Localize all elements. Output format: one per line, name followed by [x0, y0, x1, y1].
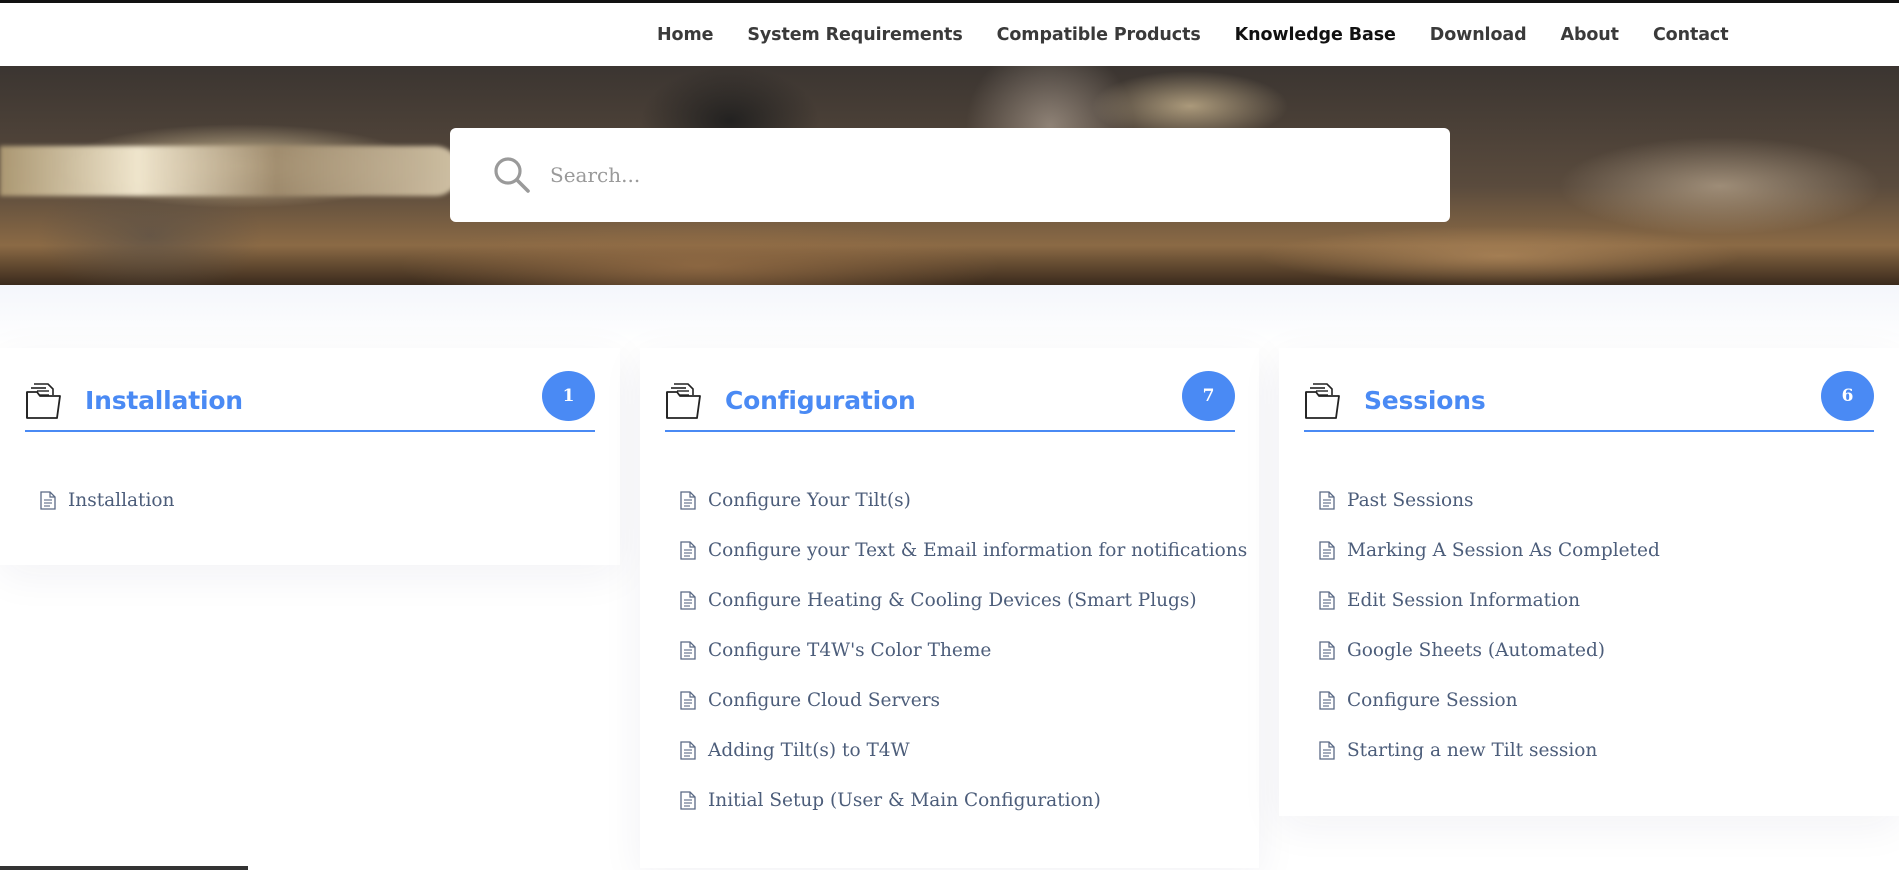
list-item[interactable]: Initial Setup (User & Main Configuration…	[680, 775, 1247, 825]
category-header: Installation 1	[25, 370, 595, 432]
hero-background-detail	[0, 146, 460, 196]
scroll-progress-bar	[0, 866, 248, 870]
article-link[interactable]: Edit Session Information	[1347, 590, 1580, 611]
category-header: Sessions 6	[1304, 370, 1874, 432]
article-list: Configure Your Tilt(s) Configure your Te…	[680, 475, 1247, 825]
document-icon	[680, 690, 696, 710]
search-box[interactable]	[450, 128, 1450, 222]
article-link[interactable]: Configure Cloud Servers	[708, 690, 940, 711]
document-icon	[1319, 740, 1335, 760]
nav-about[interactable]: About	[1544, 25, 1636, 45]
document-icon	[1319, 640, 1335, 660]
nav-links: Home System Requirements Compatible Prod…	[640, 3, 1745, 66]
search-input[interactable]	[550, 163, 1430, 187]
folder-icon	[666, 383, 701, 419]
list-item[interactable]: Configure T4W's Color Theme	[680, 625, 1247, 675]
list-item[interactable]: Adding Tilt(s) to T4W	[680, 725, 1247, 775]
list-item[interactable]: Configure Your Tilt(s)	[680, 475, 1247, 525]
article-link[interactable]: Adding Tilt(s) to T4W	[708, 740, 910, 761]
nav-compatible-products[interactable]: Compatible Products	[980, 25, 1218, 45]
nav-knowledge-base[interactable]: Knowledge Base	[1218, 25, 1413, 45]
article-link[interactable]: Configure Your Tilt(s)	[708, 490, 911, 511]
document-icon	[680, 490, 696, 510]
list-item[interactable]: Starting a new Tilt session	[1319, 725, 1660, 775]
list-item[interactable]: Configure Session	[1319, 675, 1660, 725]
document-icon	[1319, 690, 1335, 710]
search-icon	[494, 157, 530, 193]
article-link[interactable]: Marking A Session As Completed	[1347, 540, 1660, 561]
list-item[interactable]: Installation	[40, 475, 174, 525]
article-list: Past Sessions Marking A Session As Compl…	[1319, 475, 1660, 775]
folder-icon	[26, 383, 61, 419]
article-link[interactable]: Configure your Text & Email information …	[708, 540, 1247, 561]
nav-system-requirements[interactable]: System Requirements	[730, 25, 979, 45]
list-item[interactable]: Edit Session Information	[1319, 575, 1660, 625]
list-item[interactable]: Configure your Text & Email information …	[680, 525, 1247, 575]
list-item[interactable]: Configure Heating & Cooling Devices (Sma…	[680, 575, 1247, 625]
category-title[interactable]: Configuration	[725, 386, 1182, 415]
folder-icon	[1305, 383, 1340, 419]
list-item[interactable]: Marking A Session As Completed	[1319, 525, 1660, 575]
article-link[interactable]: Configure T4W's Color Theme	[708, 640, 991, 661]
document-icon	[1319, 590, 1335, 610]
category-card-installation: Installation 1 Installation	[0, 348, 620, 565]
article-link[interactable]: Installation	[68, 490, 174, 511]
article-link[interactable]: Initial Setup (User & Main Configuration…	[708, 790, 1101, 811]
category-header: Configuration 7	[665, 370, 1235, 432]
article-link[interactable]: Starting a new Tilt session	[1347, 740, 1597, 761]
article-count-badge: 7	[1182, 371, 1235, 421]
list-item[interactable]: Past Sessions	[1319, 475, 1660, 525]
nav-home[interactable]: Home	[640, 25, 730, 45]
article-link[interactable]: Configure Heating & Cooling Devices (Sma…	[708, 590, 1197, 611]
article-count-badge: 1	[542, 371, 595, 421]
article-list: Installation	[40, 475, 174, 525]
document-icon	[680, 740, 696, 760]
nav-download[interactable]: Download	[1413, 25, 1544, 45]
document-icon	[680, 640, 696, 660]
top-navigation: Home System Requirements Compatible Prod…	[0, 3, 1899, 66]
category-title[interactable]: Installation	[85, 386, 542, 415]
category-card-configuration: Configuration 7 Configure Your Tilt(s) C…	[640, 348, 1259, 868]
list-item[interactable]: Configure Cloud Servers	[680, 675, 1247, 725]
category-title[interactable]: Sessions	[1364, 386, 1821, 415]
article-link[interactable]: Configure Session	[1347, 690, 1518, 711]
document-icon	[1319, 490, 1335, 510]
document-icon	[1319, 540, 1335, 560]
document-icon	[680, 790, 696, 810]
list-item[interactable]: Google Sheets (Automated)	[1319, 625, 1660, 675]
knowledge-base-categories: Installation 1 Installation Configuratio…	[0, 285, 1899, 870]
document-icon	[680, 540, 696, 560]
article-link[interactable]: Past Sessions	[1347, 490, 1474, 511]
nav-contact[interactable]: Contact	[1636, 25, 1746, 45]
category-card-sessions: Sessions 6 Past Sessions Marking A Sessi…	[1279, 348, 1899, 816]
article-link[interactable]: Google Sheets (Automated)	[1347, 640, 1605, 661]
document-icon	[680, 590, 696, 610]
article-count-badge: 6	[1821, 371, 1874, 421]
document-icon	[40, 490, 56, 510]
